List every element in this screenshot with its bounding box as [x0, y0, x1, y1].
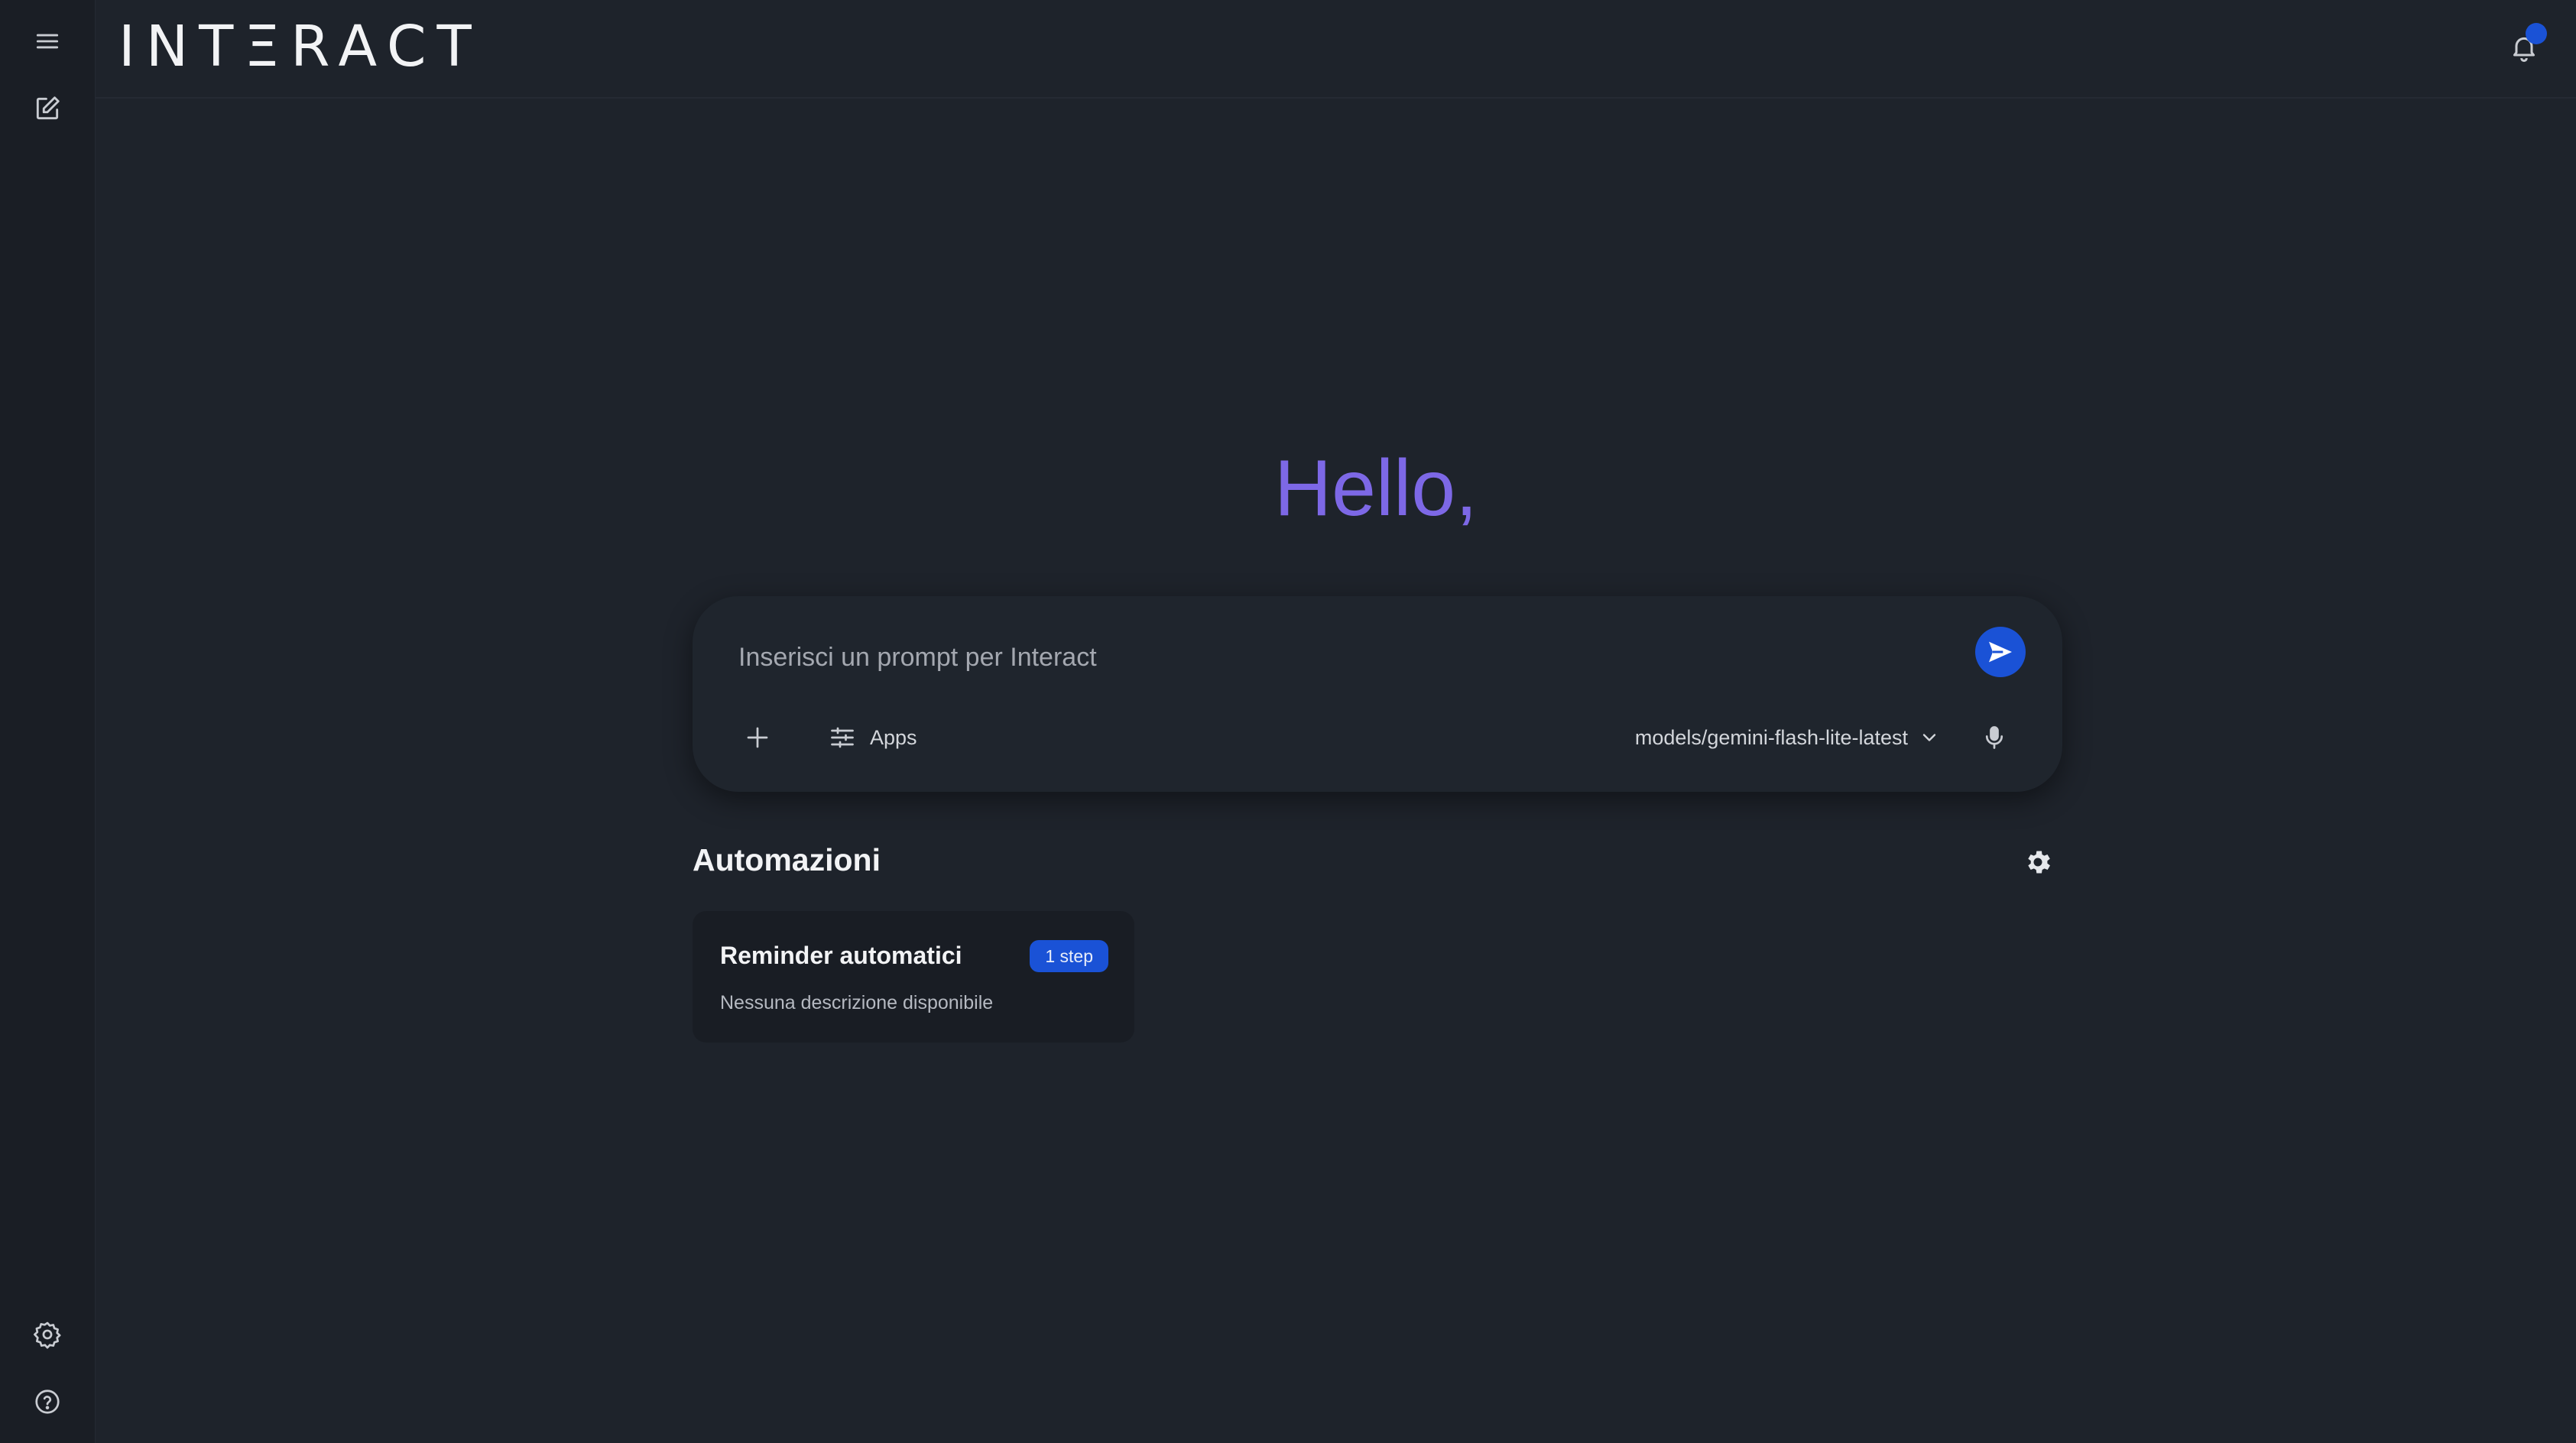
add-attachment-button[interactable]	[731, 711, 784, 764]
new-chat-button[interactable]	[23, 84, 72, 133]
sliders-icon	[831, 727, 854, 748]
microphone-icon	[1985, 726, 2003, 749]
app-logo: INTΞRACT	[118, 14, 482, 79]
automation-card-description: Nessuna descrizione disponibile	[720, 992, 994, 1013]
model-name: models/gemini-flash-lite-latest	[1634, 725, 1908, 749]
settings-button[interactable]	[23, 1310, 72, 1359]
prompt-input[interactable]	[737, 630, 1887, 685]
greeting-text: Hello,	[1274, 444, 1478, 533]
model-select[interactable]: models/gemini-flash-lite-latest	[1635, 712, 1940, 763]
send-button[interactable]	[1975, 627, 2026, 677]
gear-icon	[2028, 851, 2050, 874]
automation-card[interactable]: Reminder automatici 1 step Nessuna descr…	[693, 911, 1134, 1043]
new-chat-icon	[36, 96, 60, 120]
side-rail	[0, 0, 96, 1443]
apps-label: Apps	[870, 725, 917, 749]
chevron-down-icon	[1922, 734, 1936, 741]
app-root: INTΞRACT Hello, Inserisci un prompt per …	[0, 0, 2576, 1443]
top-header: INTΞRACT	[96, 0, 2576, 99]
menu-button[interactable]	[23, 17, 72, 66]
send-icon	[1989, 641, 2012, 663]
help-button[interactable]	[23, 1377, 72, 1426]
menu-icon	[36, 34, 59, 49]
prompt-box: Apps models/gemini-flash-lite-latest	[693, 596, 2062, 792]
apps-button[interactable]: Apps	[815, 712, 931, 763]
automation-card-title: Reminder automatici	[720, 942, 962, 969]
plus-icon	[747, 727, 768, 748]
notifications-button[interactable]	[2500, 23, 2548, 72]
automations-title: Automazioni	[693, 842, 881, 877]
automations-settings-button[interactable]	[2016, 841, 2059, 884]
automation-steps-badge: 1 step	[1030, 940, 1108, 972]
help-icon	[35, 1389, 60, 1414]
settings-icon	[34, 1321, 61, 1349]
voice-input-button[interactable]	[1968, 711, 2021, 764]
notification-dot	[2526, 23, 2547, 44]
